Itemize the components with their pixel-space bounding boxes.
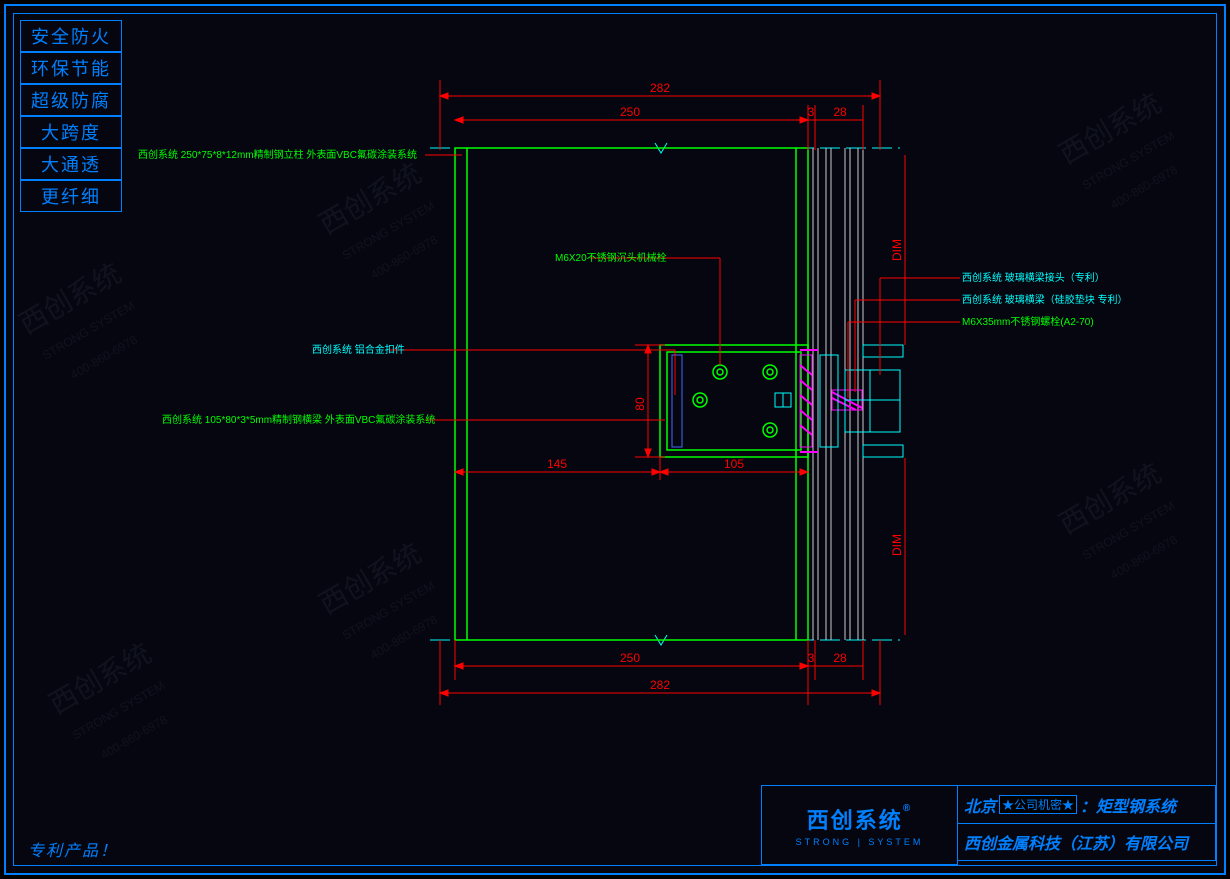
- label-bolt-m6x20: M6X20不锈钢沉头机械栓: [555, 251, 667, 264]
- label-glass-head: 西创系统 玻璃横梁接头（专利）: [962, 271, 1105, 284]
- drawing-canvas: 282 250 3 28 145 105 80 250 282 3 28 DIM…: [0, 0, 1230, 879]
- dim-bot-outer: 282: [650, 678, 670, 692]
- label-alu-clip: 西创系统 铝合金扣件: [312, 343, 405, 356]
- dim-right-v2: DIM: [890, 534, 904, 556]
- dim-top-inner: 250: [620, 105, 640, 119]
- dim-top-gap1: 3: [808, 105, 815, 119]
- dim-bot-gap2: 28: [833, 651, 847, 665]
- label-glass-gasket: 西创系统 玻璃横梁（硅胶垫块 专利）: [962, 293, 1128, 306]
- label-bolt-m6x35: M6X35mm不锈钢螺栓(A2-70): [962, 315, 1094, 328]
- dim-bot-inner: 250: [620, 651, 640, 665]
- dim-mid-h2: 105: [724, 457, 744, 471]
- dim-right-v1: DIM: [890, 239, 904, 261]
- dim-top-gap2: 28: [833, 105, 847, 119]
- dim-mid-h1: 145: [547, 457, 567, 471]
- label-transom: 西创系统 105*80*3*5mm精制钢横梁 外表面VBC氟碳涂装系统: [162, 413, 435, 426]
- dim-bot-gap1: 3: [808, 651, 815, 665]
- dim-mid-v: 80: [633, 397, 647, 411]
- dim-top-outer: 282: [650, 81, 670, 95]
- label-mullion: 西创系统 250*75*8*12mm精制钢立柱 外表面VBC氟碳涂装系统: [138, 148, 417, 161]
